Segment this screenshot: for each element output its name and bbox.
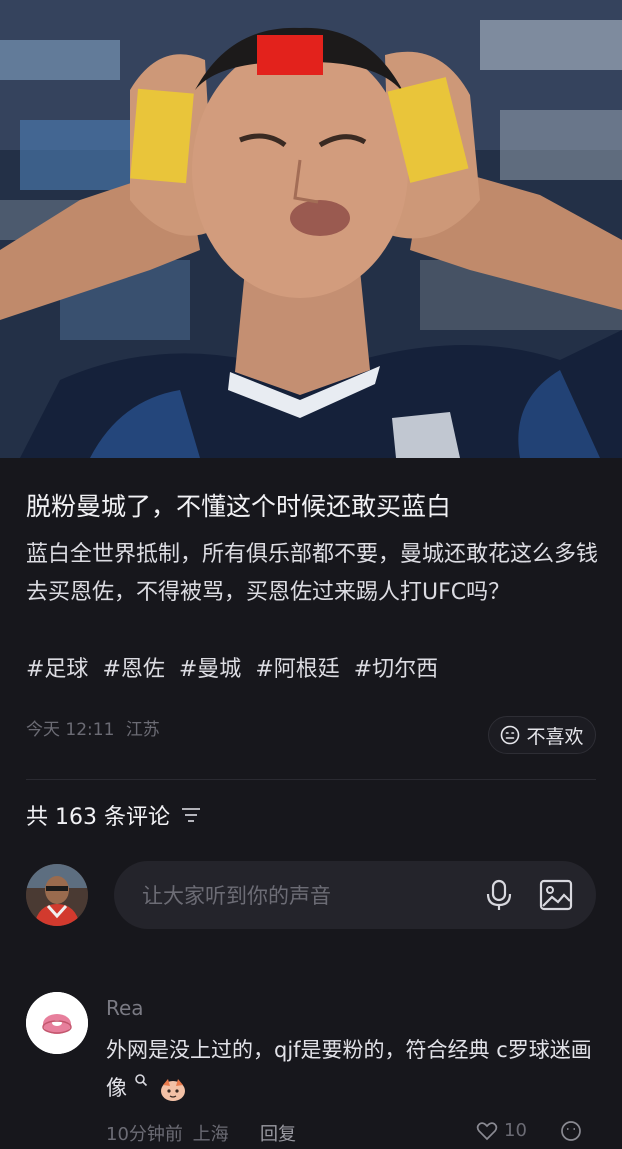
comment-composer[interactable] [114,861,596,931]
tag-chelsea[interactable]: #切尔西 [354,657,438,682]
commenter-name[interactable]: Rea [106,996,144,1020]
post-time: 今天 12:11 [26,720,115,740]
tag-argentina[interactable]: #阿根廷 [255,657,339,682]
tag-enzo[interactable]: #恩佐 [102,657,164,682]
post-location: 江苏 [125,720,160,740]
comment-count: 共 163 条评论 [26,805,170,830]
post-detail-page: 脱粉曼城了，不懂这个时候还敢买蓝白 蓝白全世界抵制，所有俱乐部都不要，曼城还敢花… [0,0,622,1149]
sad-face-icon [501,725,520,745]
post-title: 脱粉曼城了，不懂这个时候还敢买蓝白 [26,492,452,521]
like-count: 10 [504,1120,527,1141]
search-icon[interactable] [134,1073,148,1087]
image-icon[interactable] [538,877,574,913]
divider [26,779,596,780]
comments-header: 共 163 条评论 [26,799,202,831]
post-meta: 今天 12:11 江苏 [26,715,160,740]
comment-location: 上海 [192,1124,229,1145]
tag-football[interactable]: #足球 [26,657,88,682]
comment-text: 外网是没上过的，qjf是要粉的，符合经典 c罗球迷画像 [106,1031,596,1107]
tag-man-city[interactable]: #曼城 [179,657,241,682]
sad-face-icon [561,1121,581,1141]
sort-icon[interactable] [180,806,202,824]
tag-list: #足球 #恩佐 #曼城 #阿根廷 #切尔西 [26,652,452,688]
reply-button[interactable]: 回复 [260,1120,296,1146]
my-avatar[interactable] [26,864,88,926]
user-avatar-image [26,864,88,926]
post-photo [0,0,622,458]
comment-dislike-button[interactable] [560,1120,582,1147]
comment-meta: 10分钟前 上海 [106,1120,229,1146]
commenter-avatar[interactable] [26,992,88,1054]
dislike-button[interactable]: 不喜欢 [488,716,596,754]
post-image[interactable] [0,0,622,458]
donut-avatar-image [26,992,88,1054]
heart-icon [476,1121,498,1140]
comment-time: 10分钟前 [106,1124,183,1145]
post-body: 蓝白全世界抵制，所有俱乐部都不要，曼城还敢花这么多钱去买恩佐，不得被骂，买恩佐过… [26,542,599,605]
comment-footer: 10分钟前 上海 回复 10 [106,1118,596,1148]
microphone-icon[interactable] [482,878,516,912]
comment-input[interactable] [140,861,474,931]
like-button[interactable]: 10 [476,1120,527,1141]
dislike-label: 不喜欢 [526,725,584,748]
emoji-sticker-icon [161,1079,186,1101]
